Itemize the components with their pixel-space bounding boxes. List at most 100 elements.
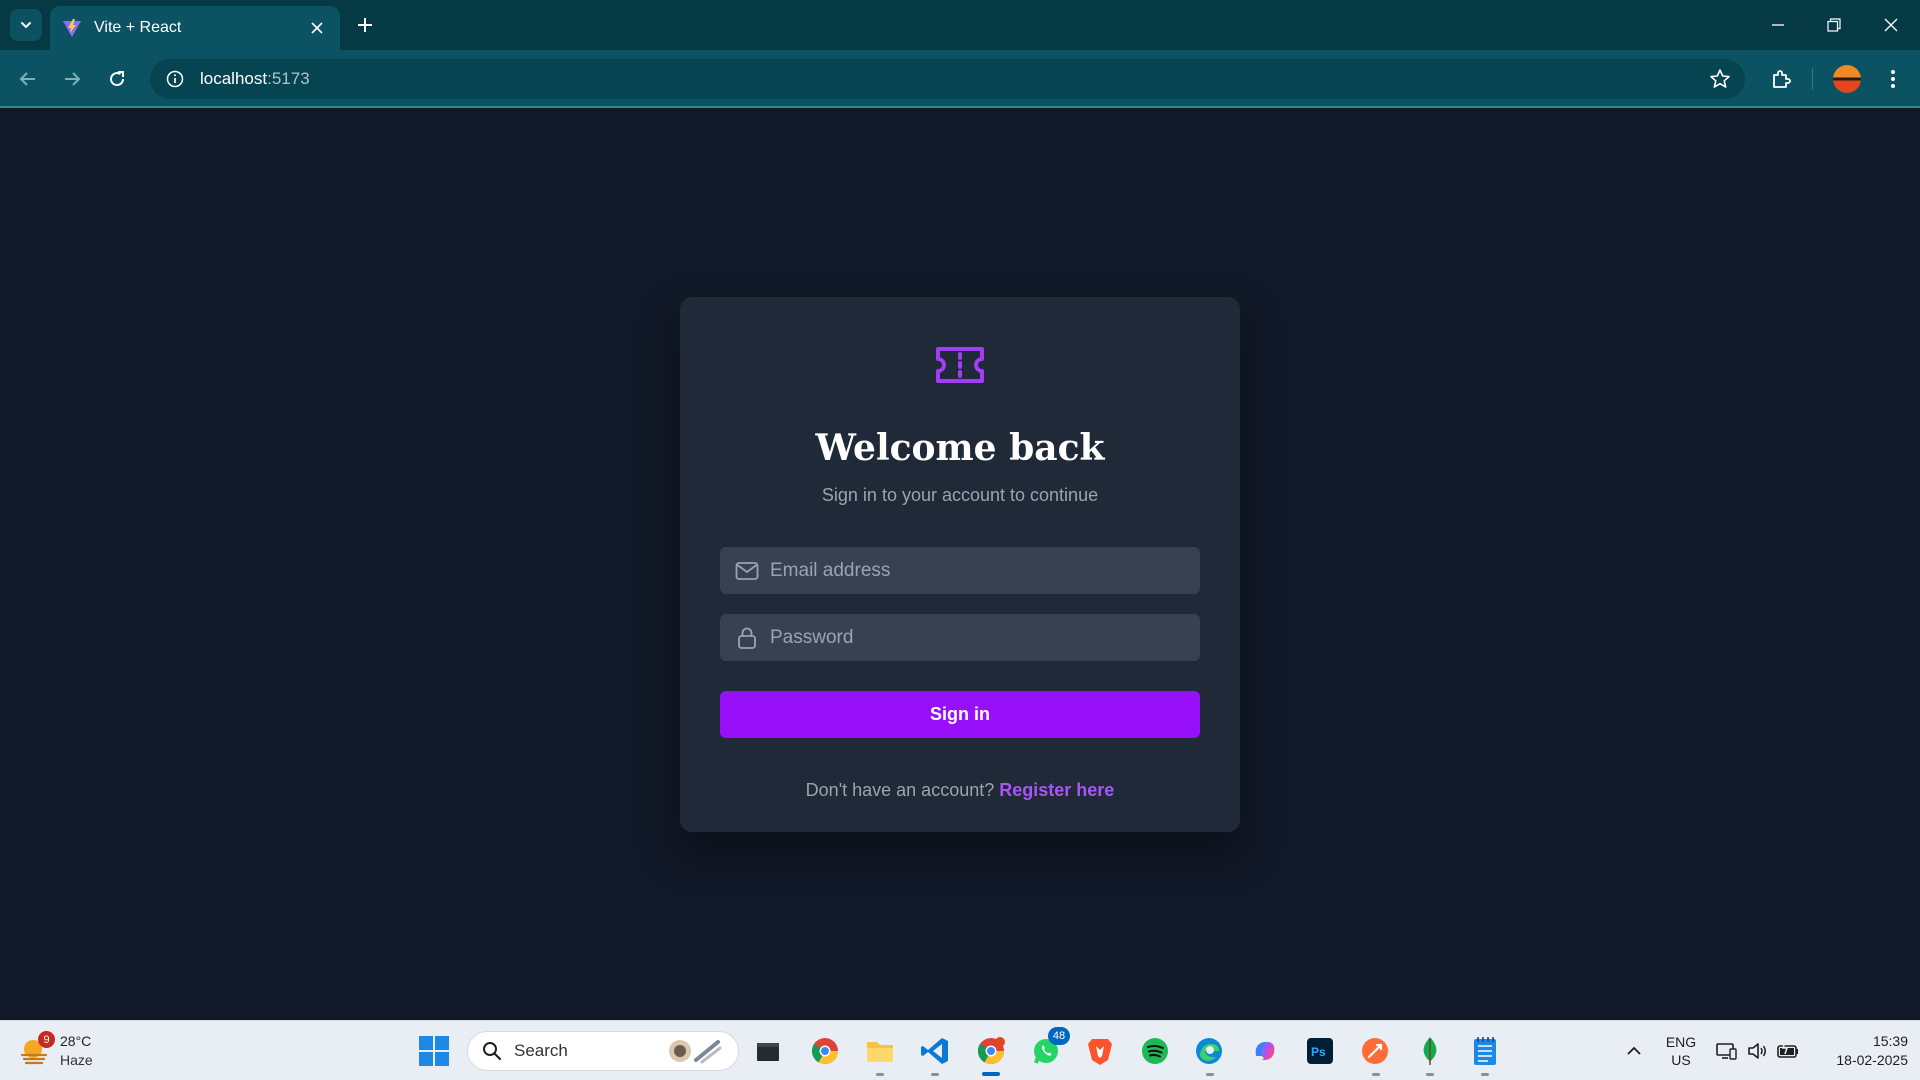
weather-haze-icon: 9 [18,1031,55,1067]
toolbar-separator [1812,68,1813,90]
folder-app-icon [867,1042,893,1062]
bookmark-star-icon[interactable] [1709,68,1731,90]
url-port: :5173 [267,69,310,88]
weather-condition: Haze [60,1052,93,1068]
brave-app[interactable] [1082,1033,1118,1069]
postman-app-icon [1362,1038,1388,1064]
language-indicator[interactable]: ENG US [1662,1033,1700,1069]
weather-temperature: 28°C [60,1033,92,1049]
plus-icon [358,18,372,32]
tab-title: Vite + React [94,19,182,36]
extensions-button[interactable] [1766,64,1796,94]
page-subtitle: Sign in to your account to continue [821,485,1099,505]
window-close-button[interactable] [1871,10,1911,40]
whatsapp-badge: 48 [1048,1027,1070,1045]
photoshop-app[interactable]: Ps [1302,1033,1338,1069]
edge-app[interactable] [1191,1033,1227,1069]
puzzle-icon [1773,70,1791,88]
mongodb-app-icon [1423,1037,1437,1065]
minimize-button[interactable] [1758,10,1798,40]
file-manager-app[interactable] [750,1033,786,1069]
forward-button[interactable] [57,64,87,94]
new-tab-button[interactable] [352,12,378,38]
reload-button[interactable] [102,64,132,94]
search-label: Search [514,1041,568,1060]
kebab-menu-icon [1891,70,1895,88]
restore-icon [1827,18,1841,32]
photoshop-app-icon: Ps [1307,1038,1333,1064]
window-close-icon [1884,18,1898,32]
notepad-app[interactable] [1467,1033,1503,1069]
register-link[interactable]: Register here [999,780,1114,800]
browser-tab-active[interactable]: Vite + React [50,6,340,50]
forward-arrow-icon [65,72,81,86]
mongodb-app[interactable] [1412,1033,1448,1069]
folder-app[interactable] [862,1033,898,1069]
site-info-button[interactable] [164,68,186,90]
weather-widget[interactable]: 9 28°C Haze [18,1029,93,1073]
register-prompt: Don't have an account? Register here [680,780,1240,801]
windows-taskbar: 9 28°C Haze Search 48 Ps ENG US 15:39 18… [0,1020,1920,1080]
page-viewport: Welcome back Sign in to your account to … [0,108,1920,1020]
edge-app-icon [1196,1038,1222,1064]
file-explorer-app-icon [757,1043,779,1061]
browser-menu-button[interactable] [1878,64,1908,94]
running-indicator [1426,1073,1434,1076]
chrome-profile-app[interactable] [973,1033,1009,1069]
network-icon[interactable] [1714,1039,1738,1063]
copilot-app-icon [1255,1042,1275,1060]
chrome-app-icon [811,1038,839,1065]
running-indicator [876,1073,884,1076]
system-clock[interactable]: 15:39 18-02-2025 [1812,1032,1908,1070]
vite-favicon-icon [63,19,81,37]
clock-date: 18-02-2025 [1836,1052,1908,1068]
restore-button[interactable] [1814,10,1854,40]
search-highlight-icon [669,1040,722,1064]
browser-toolbar: localhost:5173 [0,50,1920,108]
browser-tab-bar: Vite + React [0,0,1920,50]
volume-icon[interactable] [1745,1039,1769,1063]
copilot-app[interactable] [1247,1033,1283,1069]
sign-in-button[interactable]: Sign in [720,691,1200,738]
whatsapp-app[interactable]: 48 [1028,1027,1070,1069]
tray-overflow-chevron-up-icon[interactable] [1622,1039,1646,1063]
email-input[interactable] [770,559,1190,582]
info-icon [166,70,184,88]
vscode-app[interactable] [917,1033,953,1069]
search-icon [483,1042,502,1061]
spotify-app-icon [1142,1038,1168,1064]
page-title: Welcome back [815,427,1105,469]
taskbar-search[interactable]: Search [467,1031,739,1071]
chevron-down-icon [21,22,31,29]
language-primary: ENG [1665,1034,1697,1050]
tab-search-button[interactable] [10,9,42,41]
battery-charging-icon[interactable] [1776,1039,1800,1063]
ticket-icon [936,347,984,383]
spotify-app[interactable] [1137,1033,1173,1069]
minimize-icon [1772,24,1784,26]
close-icon [311,22,323,34]
brave-app-icon [1088,1039,1112,1065]
address-bar[interactable]: localhost:5173 [150,59,1745,99]
notepad-app-icon [1474,1037,1496,1065]
back-arrow-icon [19,72,35,86]
profile-avatar[interactable] [1833,65,1861,93]
tab-close-button[interactable] [306,17,328,39]
email-field-wrapper [720,547,1200,594]
running-indicator [1372,1073,1380,1076]
clock-time: 15:39 [1872,1033,1908,1049]
running-indicator [931,1073,939,1076]
password-input[interactable] [770,626,1190,649]
mail-icon [734,558,760,584]
windows-start-icon[interactable] [418,1035,450,1067]
chrome-app[interactable] [807,1033,843,1069]
login-card: Welcome back Sign in to your account to … [680,297,1240,832]
active-app-indicator [982,1072,1000,1076]
register-prompt-text: Don't have an account? [805,780,995,800]
language-secondary: US [1671,1052,1691,1068]
postman-app[interactable] [1357,1033,1393,1069]
running-indicator [1206,1073,1214,1076]
back-button[interactable] [13,64,43,94]
svg-text:Ps: Ps [1311,1045,1326,1059]
lock-icon [734,625,760,651]
